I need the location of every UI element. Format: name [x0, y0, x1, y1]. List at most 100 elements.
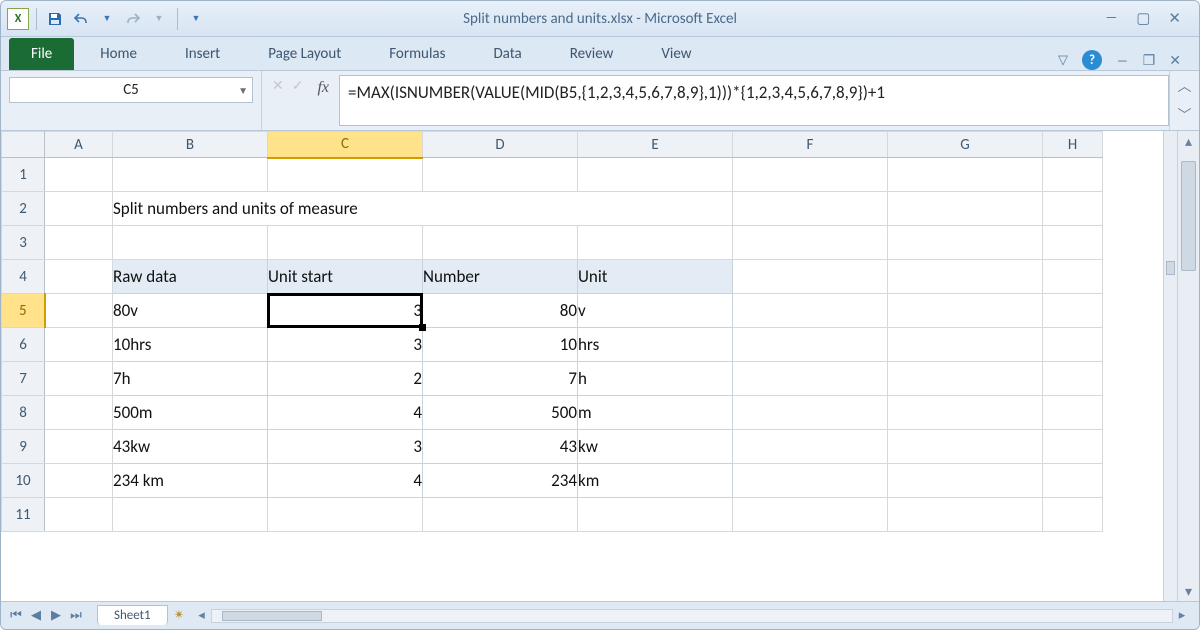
scroll-down-icon[interactable]: ▾ — [1178, 581, 1199, 601]
scroll-left-icon[interactable]: ◂ — [193, 608, 211, 623]
cell-B5[interactable]: 80v — [113, 294, 268, 328]
cell-C3[interactable] — [268, 226, 423, 260]
cell-B1[interactable] — [113, 158, 268, 192]
cell-D9[interactable]: 43 — [423, 430, 578, 464]
minimize-button[interactable]: ― — [1105, 9, 1119, 28]
cell-H6[interactable] — [1043, 328, 1103, 362]
row-header-11[interactable]: 11 — [2, 498, 45, 532]
fx-icon[interactable]: fx — [303, 71, 339, 130]
cell-E5[interactable]: v — [578, 294, 733, 328]
cell-C5[interactable]: 3 — [268, 294, 423, 328]
row-header-7[interactable]: 7 — [2, 362, 45, 396]
tab-review[interactable]: Review — [548, 38, 636, 70]
cell-A2[interactable] — [45, 192, 113, 226]
col-header-B[interactable]: B — [113, 132, 268, 158]
cell-G7[interactable] — [888, 362, 1043, 396]
enter-formula-icon[interactable]: ✓ — [292, 77, 304, 94]
cell-E1[interactable] — [578, 158, 733, 192]
cell-H5[interactable] — [1043, 294, 1103, 328]
cell-H4[interactable] — [1043, 260, 1103, 294]
cell-G8[interactable] — [888, 396, 1043, 430]
cell-B7[interactable]: 7h — [113, 362, 268, 396]
cell-B6[interactable]: 10hrs — [113, 328, 268, 362]
col-header-G[interactable]: G — [888, 132, 1043, 158]
cell-D6[interactable]: 10 — [423, 328, 578, 362]
split-gutter[interactable] — [1163, 131, 1177, 601]
cell-F11[interactable] — [733, 498, 888, 532]
cell-C1[interactable] — [268, 158, 423, 192]
cell-G4[interactable] — [888, 260, 1043, 294]
redo-icon[interactable] — [122, 8, 144, 30]
cell-F9[interactable] — [733, 430, 888, 464]
cell-F8[interactable] — [733, 396, 888, 430]
sheet-nav-next-icon[interactable]: ▶ — [47, 608, 65, 623]
doc-restore-icon[interactable]: ❐ — [1143, 52, 1156, 69]
excel-logo-icon[interactable]: X — [7, 8, 29, 30]
cell-D11[interactable] — [423, 498, 578, 532]
cell-A11[interactable] — [45, 498, 113, 532]
cell-F5[interactable] — [733, 294, 888, 328]
cell-F4[interactable] — [733, 260, 888, 294]
cell-E3[interactable] — [578, 226, 733, 260]
cell-C6[interactable]: 3 — [268, 328, 423, 362]
cell-A10[interactable] — [45, 464, 113, 498]
tab-insert[interactable]: Insert — [163, 38, 242, 70]
cell-E4[interactable]: Unit — [578, 260, 733, 294]
cell-B4[interactable]: Raw data — [113, 260, 268, 294]
cell-D4[interactable]: Number — [423, 260, 578, 294]
col-header-H[interactable]: H — [1043, 132, 1103, 158]
new-sheet-icon[interactable]: ✴ — [174, 608, 185, 623]
col-header-C[interactable]: C — [268, 132, 423, 158]
h-scroll-thumb[interactable] — [222, 611, 322, 621]
col-header-E[interactable]: E — [578, 132, 733, 158]
cell-A7[interactable] — [45, 362, 113, 396]
customize-qat-icon[interactable]: ▼ — [185, 8, 207, 30]
row-header-8[interactable]: 8 — [2, 396, 45, 430]
cell-H1[interactable] — [1043, 158, 1103, 192]
cell-G2[interactable] — [888, 192, 1043, 226]
save-icon[interactable] — [44, 8, 66, 30]
sheet-tab[interactable]: Sheet1 — [97, 605, 168, 625]
cell-E8[interactable]: m — [578, 396, 733, 430]
cell-D3[interactable] — [423, 226, 578, 260]
sheet-nav-first-icon[interactable]: ⏮ — [7, 608, 25, 623]
cell-C8[interactable]: 4 — [268, 396, 423, 430]
cell-G1[interactable] — [888, 158, 1043, 192]
row-header-9[interactable]: 9 — [2, 430, 45, 464]
cell-E10[interactable]: km — [578, 464, 733, 498]
maximize-button[interactable]: ▢ — [1136, 9, 1150, 28]
cell-B9[interactable]: 43kw — [113, 430, 268, 464]
cell-F1[interactable] — [733, 158, 888, 192]
cell-D1[interactable] — [423, 158, 578, 192]
tab-page-layout[interactable]: Page Layout — [246, 38, 363, 70]
cell-F7[interactable] — [733, 362, 888, 396]
cell-H7[interactable] — [1043, 362, 1103, 396]
cell-E7[interactable]: h — [578, 362, 733, 396]
row-header-2[interactable]: 2 — [2, 192, 45, 226]
cell-C4[interactable]: Unit start — [268, 260, 423, 294]
cell-D7[interactable]: 7 — [423, 362, 578, 396]
cell-C9[interactable]: 3 — [268, 430, 423, 464]
tab-formulas[interactable]: Formulas — [367, 38, 467, 70]
close-button[interactable]: ✕ — [1168, 9, 1181, 28]
cell-B2[interactable]: Split numbers and units of measure — [113, 192, 733, 226]
cell-B8[interactable]: 500m — [113, 396, 268, 430]
scroll-right-icon[interactable]: ▸ — [1173, 608, 1191, 623]
cell-E9[interactable]: kw — [578, 430, 733, 464]
cell-H8[interactable] — [1043, 396, 1103, 430]
cell-A3[interactable] — [45, 226, 113, 260]
cell-G10[interactable] — [888, 464, 1043, 498]
col-header-A[interactable]: A — [45, 132, 113, 158]
undo-icon[interactable] — [70, 8, 92, 30]
tab-view[interactable]: View — [639, 38, 713, 70]
cell-G6[interactable] — [888, 328, 1043, 362]
tab-home[interactable]: Home — [78, 38, 159, 70]
cell-C11[interactable] — [268, 498, 423, 532]
cell-E11[interactable] — [578, 498, 733, 532]
row-header-3[interactable]: 3 — [2, 226, 45, 260]
horizontal-scrollbar[interactable]: ◂ ▸ — [193, 608, 1191, 623]
cell-H2[interactable] — [1043, 192, 1103, 226]
redo-dropdown-icon[interactable]: ▼ — [148, 8, 170, 30]
col-header-F[interactable]: F — [733, 132, 888, 158]
cell-A8[interactable] — [45, 396, 113, 430]
